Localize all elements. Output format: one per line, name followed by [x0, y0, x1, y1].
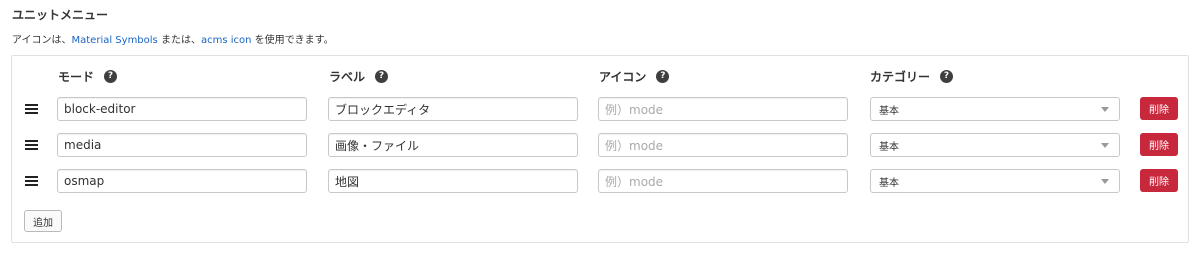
delete-button[interactable]: 削除 — [1140, 97, 1178, 120]
category-value: 基本 — [879, 105, 899, 117]
category-select[interactable]: 基本 — [870, 169, 1120, 193]
section-title: ユニットメニュー — [12, 8, 109, 22]
section-description: アイコンは、Material Symbols または、acms icon を使用… — [12, 31, 334, 46]
delete-button[interactable]: 削除 — [1140, 133, 1178, 156]
help-icon[interactable]: ? — [940, 70, 954, 83]
chevron-down-icon — [1101, 143, 1109, 148]
help-icon[interactable]: ? — [656, 70, 670, 83]
drag-handle-icon[interactable] — [25, 140, 38, 150]
unit-row: media 画像・ファイル 例）mode 基本 削除 — [12, 131, 1188, 157]
mode-input[interactable]: osmap — [57, 169, 307, 193]
material-symbols-link[interactable]: Material Symbols — [72, 35, 158, 46]
label-input[interactable]: 地図 — [328, 169, 578, 193]
desc-mid: または、 — [157, 35, 201, 46]
category-select[interactable]: 基本 — [870, 97, 1120, 121]
category-value: 基本 — [879, 141, 899, 153]
drag-handle-icon[interactable] — [25, 176, 38, 186]
header-category: カテゴリー ? — [870, 68, 954, 85]
add-button[interactable]: 追加 — [24, 210, 62, 232]
unit-menu-panel: モード ? ラベル ? アイコン ? カテゴリー ? block-editor … — [11, 55, 1189, 243]
header-icon: アイコン ? — [599, 68, 670, 85]
header-category-label: カテゴリー — [870, 70, 931, 84]
label-input[interactable]: 画像・ファイル — [328, 133, 578, 157]
mode-input[interactable]: media — [57, 133, 307, 157]
unit-row: block-editor ブロックエディタ 例）mode 基本 削除 — [12, 95, 1188, 121]
chevron-down-icon — [1101, 107, 1109, 112]
help-icon[interactable]: ? — [104, 70, 118, 83]
label-input[interactable]: ブロックエディタ — [328, 97, 578, 121]
category-select[interactable]: 基本 — [870, 133, 1120, 157]
drag-handle-icon[interactable] — [25, 104, 38, 114]
icon-input[interactable]: 例）mode — [598, 97, 848, 121]
icon-input[interactable]: 例）mode — [598, 169, 848, 193]
header-icon-label: アイコン — [599, 70, 647, 84]
header-mode: モード ? — [58, 68, 118, 85]
desc-suffix: を使用できます。 — [251, 35, 334, 46]
header-label-label: ラベル — [329, 70, 366, 84]
header-label: ラベル ? — [329, 68, 389, 85]
icon-input[interactable]: 例）mode — [598, 133, 848, 157]
desc-prefix: アイコンは、 — [12, 35, 72, 46]
chevron-down-icon — [1101, 179, 1109, 184]
category-value: 基本 — [879, 177, 899, 189]
header-mode-label: モード — [58, 70, 95, 84]
unit-row: osmap 地図 例）mode 基本 削除 — [12, 167, 1188, 193]
mode-input[interactable]: block-editor — [57, 97, 307, 121]
delete-button[interactable]: 削除 — [1140, 169, 1178, 192]
acms-icon-link[interactable]: acms icon — [201, 35, 252, 46]
help-icon[interactable]: ? — [375, 70, 389, 83]
